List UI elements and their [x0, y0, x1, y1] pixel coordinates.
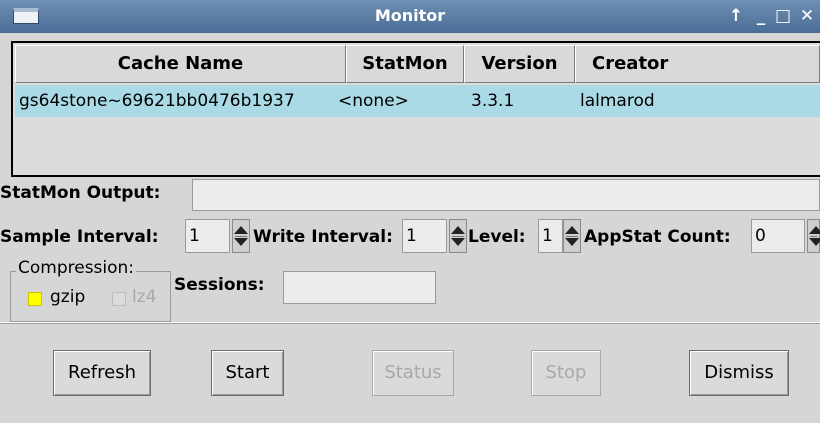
cache-name-cell: gs64stone~69621bb0476b1937 — [19, 91, 295, 111]
level-stepper[interactable] — [563, 219, 581, 253]
level-label: Level: — [468, 227, 526, 247]
column-header-version[interactable]: Version — [464, 45, 575, 83]
appstat-count-label: AppStat Count: — [584, 227, 731, 247]
lz4-label: lz4 — [132, 287, 157, 307]
pin-icon[interactable]: ↑ — [726, 4, 746, 28]
compression-label: Compression: — [16, 258, 137, 278]
dismiss-button[interactable]: Dismiss — [689, 350, 789, 396]
gzip-checkbox[interactable] — [28, 292, 42, 306]
table-row[interactable]: gs64stone~69621bb0476b1937 <none> 3.3.1 … — [15, 85, 820, 117]
window-title: Monitor — [374, 6, 446, 25]
statmon-cell: <none> — [338, 91, 409, 111]
refresh-button[interactable]: Refresh — [53, 350, 151, 396]
sample-interval-stepper[interactable] — [232, 219, 250, 253]
creator-cell: lalmarod — [580, 91, 655, 111]
maximize-icon[interactable]: □ — [773, 4, 793, 28]
sessions-label: Sessions: — [174, 275, 265, 295]
sample-interval-label: Sample Interval: — [0, 227, 159, 247]
separator-shadow — [0, 323, 820, 324]
gzip-label[interactable]: gzip — [50, 287, 85, 307]
write-interval-input[interactable]: 1 — [402, 219, 447, 253]
version-cell: 3.3.1 — [471, 91, 515, 111]
cache-table[interactable]: Cache Name StatMon Version Creator gs64s… — [11, 41, 820, 177]
level-input[interactable]: 1 — [538, 219, 563, 253]
write-interval-label: Write Interval: — [253, 227, 393, 247]
status-button: Status — [372, 350, 454, 396]
title-bar[interactable]: Monitor ↑ _ □ ✕ — [0, 0, 820, 33]
sample-interval-input[interactable]: 1 — [185, 219, 230, 253]
appstat-count-stepper[interactable] — [807, 219, 820, 253]
write-interval-stepper[interactable] — [449, 219, 467, 253]
column-header-cache-name[interactable]: Cache Name — [15, 45, 346, 83]
stop-button: Stop — [531, 350, 601, 396]
close-icon[interactable]: ✕ — [797, 4, 817, 28]
sessions-field[interactable] — [283, 271, 436, 304]
lz4-checkbox — [112, 292, 126, 306]
start-button[interactable]: Start — [211, 350, 284, 396]
appstat-count-input[interactable]: 0 — [751, 219, 805, 253]
column-header-statmon[interactable]: StatMon — [346, 45, 464, 83]
statmon-output-label: StatMon Output: — [0, 183, 161, 203]
column-header-creator[interactable]: Creator — [575, 45, 820, 83]
minimize-icon[interactable]: _ — [751, 4, 771, 28]
statmon-output-field[interactable] — [192, 179, 820, 211]
